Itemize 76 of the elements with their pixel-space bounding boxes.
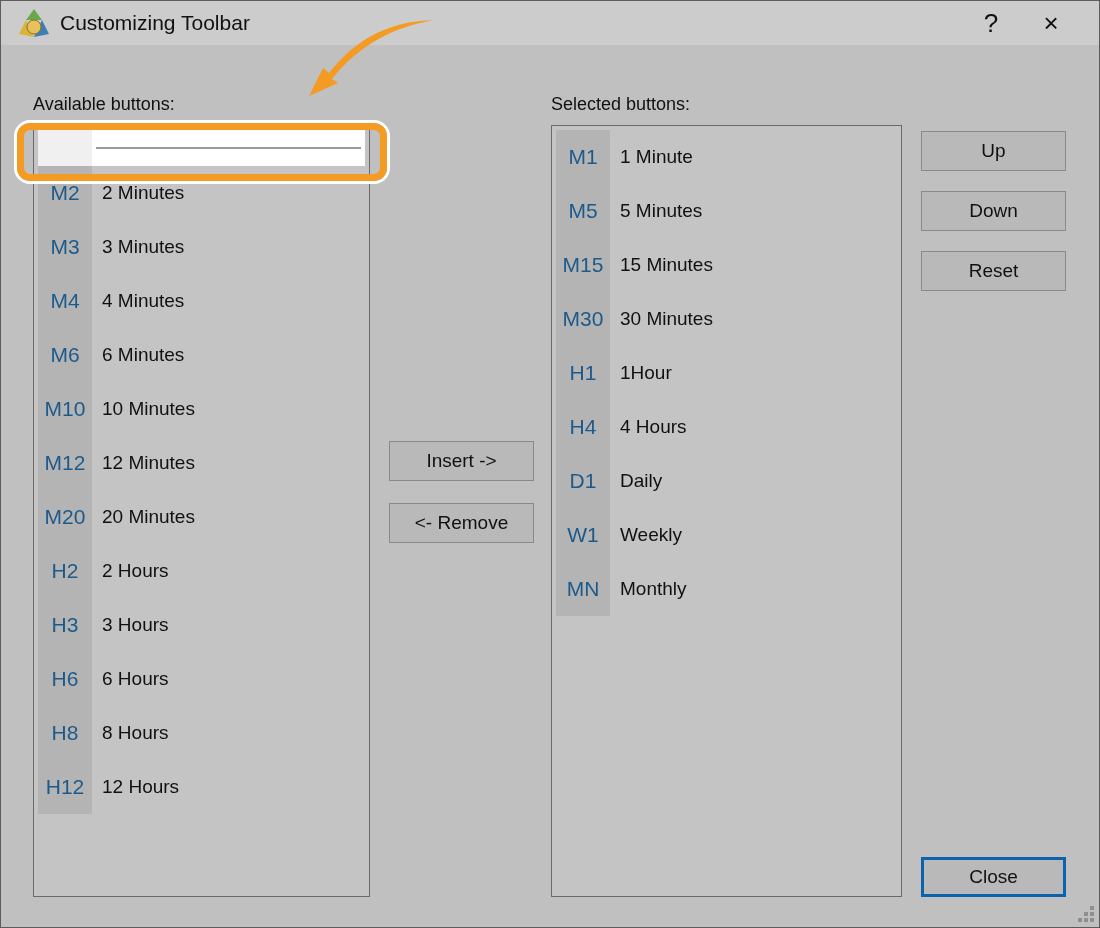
list-item[interactable]: H1 1Hour (556, 346, 897, 400)
list-item[interactable]: H6 6 Hours (38, 652, 365, 706)
item-name: 3 Hours (102, 614, 169, 636)
timeframe-code: H3 (38, 598, 92, 652)
item-name: 8 Hours (102, 722, 169, 744)
list-item[interactable]: M1 1 Minute (556, 130, 897, 184)
item-name: 6 Hours (102, 668, 169, 690)
dialog-button[interactable]: Up (921, 131, 1066, 171)
list-label: Selected buttons: (551, 93, 692, 115)
dialog-button[interactable]: Reset (921, 251, 1066, 291)
item-name: 12 Hours (102, 776, 180, 798)
timeframe-code: M3 (38, 220, 92, 274)
item-name: 3 Minutes (102, 236, 185, 258)
timeframe-code: M4 (38, 274, 92, 328)
list-item[interactable]: H8 8 Hours (38, 706, 365, 760)
timeframe-code: M1 (556, 130, 610, 184)
timeframe-code: W1 (556, 508, 610, 562)
item-name: 30 Minutes (620, 308, 713, 330)
resize-grip-icon[interactable] (1077, 905, 1095, 923)
item-name: 5 Minutes (620, 200, 703, 222)
item-name: Weekly (620, 524, 682, 546)
item-name: 1Hour (620, 362, 672, 384)
timeframe-code: M10 (38, 382, 92, 436)
timeframe-code: H6 (38, 652, 92, 706)
list-item[interactable]: H12 12 Hours (38, 760, 365, 814)
insert-button[interactable]: Insert -> (389, 441, 534, 481)
list-item[interactable]: M30 30 Minutes (556, 292, 897, 346)
list-item[interactable]: M6 6 Minutes (38, 328, 365, 382)
item-name: 2 Hours (102, 560, 169, 582)
timeframe-code: M15 (556, 238, 610, 292)
list-item[interactable]: M3 3 Minutes (38, 220, 365, 274)
timeframe-code: M20 (38, 490, 92, 544)
item-name: Daily (620, 470, 663, 492)
item-name: 2 Minutes (102, 182, 185, 204)
app-logo-icon (18, 8, 50, 38)
window-title: Customizing Toolbar (60, 11, 251, 35)
close-button[interactable]: × (1021, 3, 1081, 43)
list-item[interactable]: H4 4 Hours (556, 400, 897, 454)
timeframe-code: M12 (38, 436, 92, 490)
item-name: 10 Minutes (102, 398, 195, 420)
timeframe-code: D1 (556, 454, 610, 508)
item-name: 20 Minutes (102, 506, 195, 528)
list-item[interactable]: H3 3 Hours (38, 598, 365, 652)
item-name: 4 Minutes (102, 290, 185, 312)
timeframe-code: H1 (556, 346, 610, 400)
timeframe-code: M5 (556, 184, 610, 238)
item-name: 1 Minute (620, 146, 693, 168)
item-name: Monthly (620, 578, 687, 600)
item-name: 6 Minutes (102, 344, 185, 366)
list-item[interactable]: M20 20 Minutes (38, 490, 365, 544)
timeframe-code: H8 (38, 706, 92, 760)
list-item[interactable]: D1 Daily (556, 454, 897, 508)
dialog-button[interactable]: Down (921, 191, 1066, 231)
timeframe-code: H4 (556, 400, 610, 454)
timeframe-code: M30 (556, 292, 610, 346)
timeframe-code: H2 (38, 544, 92, 598)
list-item[interactable]: M4 4 Minutes (38, 274, 365, 328)
close-dialog-button[interactable]: Close (921, 857, 1066, 897)
remove-button[interactable]: <- Remove (389, 503, 534, 543)
list-item[interactable]: M12 12 Minutes (38, 436, 365, 490)
list-label: Available buttons: (33, 93, 176, 115)
list-item[interactable]: H2 2 Hours (38, 544, 365, 598)
item-name: 15 Minutes (620, 254, 713, 276)
list-item[interactable]: MN Monthly (556, 562, 897, 616)
separator-item[interactable] (38, 130, 365, 166)
list-item[interactable]: M15 15 Minutes (556, 238, 897, 292)
help-button[interactable]: ? (961, 3, 1021, 43)
list-item[interactable]: M2 2 Minutes (38, 166, 365, 220)
timeframe-code: H12 (38, 760, 92, 814)
item-name: 4 Hours (620, 416, 687, 438)
timeframe-code: M6 (38, 328, 92, 382)
list-item[interactable]: M10 10 Minutes (38, 382, 365, 436)
item-name: 12 Minutes (102, 452, 195, 474)
list-item[interactable]: M5 5 Minutes (556, 184, 897, 238)
list-item[interactable]: W1 Weekly (556, 508, 897, 562)
timeframe-code: MN (556, 562, 610, 616)
